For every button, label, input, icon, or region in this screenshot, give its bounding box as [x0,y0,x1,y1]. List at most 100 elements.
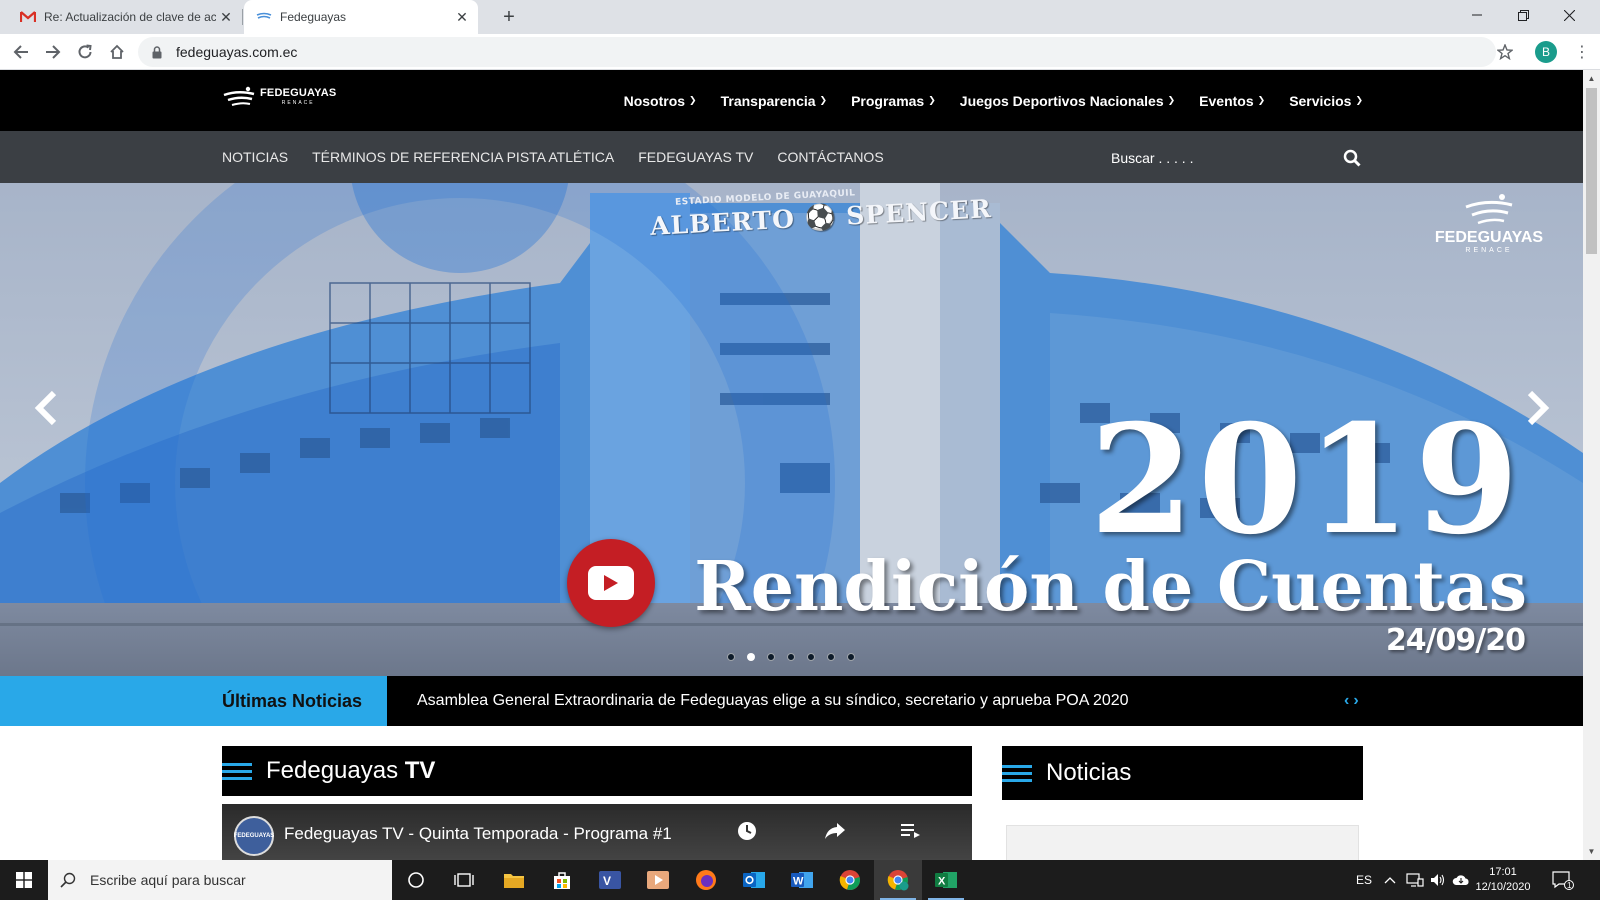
profile-avatar[interactable]: B [1535,41,1557,63]
bookmark-star-icon[interactable] [1495,42,1515,62]
forward-icon[interactable] [40,39,66,65]
youtube-video-embed[interactable]: FEDEGUAYAS Fedeguayas TV - Quinta Tempor… [222,804,972,860]
scroll-up-icon[interactable]: ▲ [1583,70,1600,87]
secondary-nav: NOTICIAS TÉRMINOS DE REFERENCIA PISTA AT… [0,131,1583,183]
scrollbar-thumb[interactable] [1586,88,1597,254]
site-logo[interactable]: FEDEGUAYAS RENACE [222,86,336,108]
video-title[interactable]: Fedeguayas TV - Quinta Temporada - Progr… [284,824,672,844]
section-title-bold: TV [404,757,436,784]
outlook-icon[interactable] [730,860,778,900]
playlist-icon[interactable] [898,818,924,844]
chevron-down-icon: ❯ [1257,95,1266,105]
subnav-fedeguayas-tv[interactable]: FEDEGUAYAS TV [638,149,753,165]
menu-label: Servicios [1289,92,1352,109]
subnav-noticias[interactable]: NOTICIAS [222,149,288,165]
new-tab-button[interactable]: + [498,6,520,28]
menu-label: Nosotros [623,92,686,109]
hero-logo-main: FEDEGUAYAS [1434,229,1544,246]
menu-juegos-deportivos[interactable]: Juegos Deportivos Nacionales ❯ [960,93,1175,109]
onedrive-icon[interactable] [1452,860,1470,900]
slider-dot[interactable] [827,653,835,661]
hero-year: 2019 [1089,392,1523,568]
section-title: Fedeguayas TV [266,757,435,785]
tab-title: Re: Actualización de clave de acceso [44,10,216,24]
hero-watermark-logo: FEDEGUAYAS RENACE [1432,193,1546,254]
input-language[interactable]: ES [1356,860,1372,900]
url-text: fedeguayas.com.ec [176,44,298,60]
page-scrollbar[interactable]: ▲ ▼ [1583,70,1600,860]
hero-slider[interactable]: ESTADIO MODELO DE GUAYAQUIL ALBERTO ⚽ SP… [0,183,1583,676]
network-icon[interactable] [1406,860,1424,900]
logo-main-text: FEDEGUAYAS [260,87,337,99]
scroll-down-icon[interactable]: ▼ [1583,843,1600,860]
menu-transparencia[interactable]: Transparencia ❯ [721,93,827,109]
taskbar-search-input[interactable]: Escribe aquí para buscar [48,860,392,900]
menu-programas[interactable]: Programas ❯ [851,93,936,109]
ticker-next-icon[interactable]: › [1353,692,1358,710]
windows-start-icon[interactable] [0,860,48,900]
logo-sub-text: RENACE [281,100,315,106]
file-explorer-icon[interactable] [490,860,538,900]
slider-dot[interactable] [787,653,795,661]
menu-nosotros[interactable]: Nosotros ❯ [624,93,697,109]
reload-icon[interactable] [72,39,98,65]
browser-menu-icon[interactable]: ⋮ [1572,42,1592,62]
menu-servicios[interactable]: Servicios ❯ [1289,93,1363,109]
site-search [1111,143,1363,173]
subnav-terminos-referencia[interactable]: TÉRMINOS DE REFERENCIA PISTA ATLÉTICA [312,149,614,165]
watch-later-icon[interactable] [734,818,760,844]
notification-center-icon[interactable]: 1 [1552,860,1574,900]
excel-icon[interactable]: X [922,860,970,900]
tab-fedeguayas[interactable]: Fedeguayas ✕ [244,0,478,34]
channel-avatar[interactable]: FEDEGUAYAS [234,816,274,856]
menu-bars-icon [222,762,252,780]
system-clock[interactable]: 17:01 12/10/2020 [1474,865,1532,895]
cortana-icon[interactable] [392,860,440,900]
news-card-thumbnail[interactable] [1006,825,1359,860]
firefox-icon[interactable] [682,860,730,900]
close-window-icon[interactable] [1546,0,1592,30]
restore-icon[interactable] [1500,0,1546,30]
visio-icon[interactable]: V [586,860,634,900]
search-icon[interactable] [1341,147,1363,169]
chevron-up-icon[interactable] [1384,860,1396,900]
slider-dot[interactable] [727,653,735,661]
taskbar-search-placeholder: Escribe aquí para buscar [90,872,246,888]
media-player-icon[interactable] [634,860,682,900]
task-view-icon[interactable] [440,860,488,900]
chevron-down-icon: ❯ [819,95,828,105]
slider-dot-active[interactable] [747,653,755,661]
subnav-contactanos[interactable]: CONTÁCTANOS [777,149,883,165]
home-icon[interactable] [104,39,130,65]
word-icon[interactable]: W [778,860,826,900]
slider-dot[interactable] [767,653,775,661]
tab-gmail[interactable]: Re: Actualización de clave de acceso ✕ [8,0,242,34]
chrome-profile-icon[interactable] [874,860,922,900]
minimize-icon[interactable] [1454,0,1500,30]
ticker-headline[interactable]: Asamblea General Extraordinaria de Fedeg… [417,676,1129,726]
youtube-play-icon[interactable] [567,539,655,627]
volume-icon[interactable] [1430,860,1446,900]
svg-text:X: X [938,876,946,888]
tab-separator [242,9,243,25]
share-icon[interactable] [822,818,848,844]
chrome-icon[interactable] [826,860,874,900]
address-bar[interactable]: fedeguayas.com.ec [138,37,1496,67]
microsoft-store-icon[interactable] [538,860,586,900]
section-title: Noticias [1046,759,1132,786]
menu-eventos[interactable]: Eventos ❯ [1199,93,1265,109]
section-title-regular: Fedeguayas [266,757,405,784]
slider-next-icon[interactable] [1518,383,1558,433]
search-icon [60,872,76,888]
chevron-down-icon: ❯ [1167,95,1176,105]
slider-dot[interactable] [807,653,815,661]
slider-dot[interactable] [847,653,855,661]
close-tab-icon[interactable]: ✕ [452,7,472,27]
slider-prev-icon[interactable] [26,383,66,433]
site-header: FEDEGUAYAS RENACE Nosotros ❯ Transparenci… [0,70,1583,131]
ticker-prev-icon[interactable]: ‹ [1344,692,1349,710]
close-tab-icon[interactable]: ✕ [216,7,236,27]
back-icon[interactable] [8,39,34,65]
menu-label: Programas [851,92,925,109]
search-input[interactable] [1111,150,1341,166]
